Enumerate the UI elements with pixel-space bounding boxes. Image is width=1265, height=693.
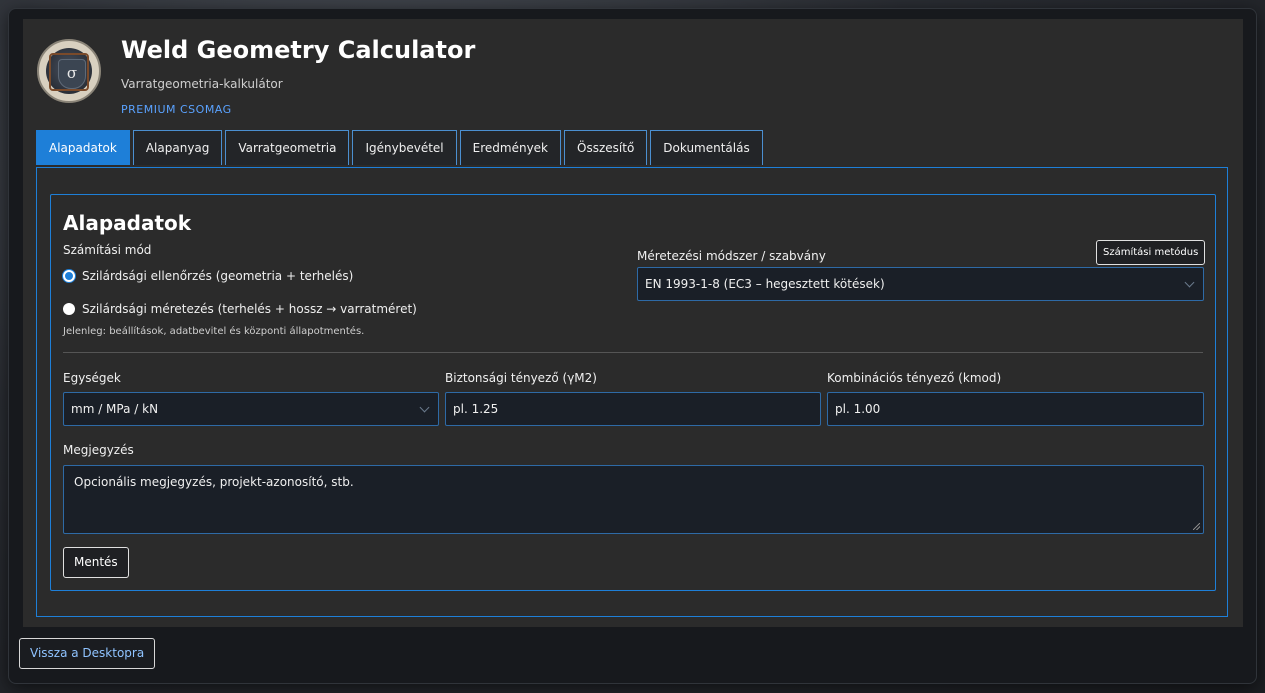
sigma-shield-icon: σ	[58, 59, 86, 89]
tab-dokumentalas[interactable]: Dokumentálás	[650, 130, 763, 165]
safety-factor-input[interactable]: pl. 1.25	[445, 392, 821, 426]
tab-alapanyag[interactable]: Alapanyag	[132, 130, 223, 165]
divider	[63, 352, 1203, 353]
units-select[interactable]: mm / MPa / kN	[63, 392, 439, 426]
tab-eredmenyek[interactable]: Eredmények	[459, 130, 562, 165]
radio-strength-check[interactable]: Szilárdsági ellenőrzés (geometria + terh…	[63, 269, 353, 283]
note-label: Megjegyzés	[63, 443, 134, 457]
app-window: σ Weld Geometry Calculator Varratgeometr…	[8, 8, 1257, 684]
radio-strength-sizing[interactable]: Szilárdsági méretezés (terhelés + hossz …	[63, 302, 417, 316]
units-select-value: mm / MPa / kN	[71, 402, 159, 416]
note-textarea[interactable]: Opcionális megjegyzés, projekt-azonosító…	[63, 465, 1204, 534]
resize-grip-icon[interactable]	[1193, 523, 1200, 530]
package-badge: PREMIUM CSOMAG	[121, 103, 232, 116]
main-panel: σ Weld Geometry Calculator Varratgeometr…	[23, 19, 1243, 627]
basic-data-section: Alapadatok Számítási mód Szilárdsági ell…	[50, 194, 1216, 591]
tab-content: Alapadatok Számítási mód Szilárdsági ell…	[36, 167, 1228, 617]
section-title: Alapadatok	[63, 211, 192, 235]
tab-osszesito[interactable]: Összesítő	[564, 130, 648, 165]
app-subtitle: Varratgeometria-kalkulátor	[121, 77, 283, 91]
tab-alapadatok[interactable]: Alapadatok	[36, 130, 130, 165]
standard-label: Méretezési módszer / szabvány	[637, 249, 826, 263]
calc-method-button[interactable]: Számítási metódus	[1096, 240, 1206, 265]
safety-factor-label: Biztonsági tényező (γM2)	[445, 371, 597, 385]
save-button[interactable]: Mentés	[63, 547, 129, 578]
chevron-down-icon	[419, 402, 430, 413]
status-hint: Jelenleg: beállítások, adatbevitel és kö…	[63, 326, 365, 337]
radio-checked-icon[interactable]	[63, 270, 75, 282]
chevron-down-icon	[1184, 277, 1195, 288]
back-to-desktop-button[interactable]: Vissza a Desktopra	[19, 638, 156, 669]
tab-bar: Alapadatok Alapanyag Varratgeometria Igé…	[36, 130, 766, 167]
radio-unchecked-icon[interactable]	[63, 303, 75, 315]
radio-strength-sizing-label: Szilárdsági méretezés (terhelés + hossz …	[82, 302, 417, 316]
app-title: Weld Geometry Calculator	[121, 36, 476, 64]
units-label: Egységek	[63, 371, 121, 385]
standard-select[interactable]: EN 1993-1-8 (EC3 – hegesztett kötések)	[637, 267, 1204, 301]
tab-igenybevetel[interactable]: Igénybevétel	[352, 130, 457, 165]
app-logo: σ	[37, 39, 101, 103]
radio-strength-check-label: Szilárdsági ellenőrzés (geometria + terh…	[82, 269, 354, 283]
kmod-input[interactable]: pl. 1.00	[827, 392, 1204, 426]
safety-factor-placeholder: pl. 1.25	[453, 402, 499, 416]
note-placeholder: Opcionális megjegyzés, projekt-azonosító…	[74, 475, 354, 489]
standard-select-value: EN 1993-1-8 (EC3 – hegesztett kötések)	[645, 277, 885, 291]
tab-varratgeometria[interactable]: Varratgeometria	[225, 130, 350, 165]
kmod-label: Kombinációs tényező (kmod)	[827, 371, 1002, 385]
calc-mode-label: Számítási mód	[63, 243, 152, 257]
kmod-placeholder: pl. 1.00	[835, 402, 881, 416]
